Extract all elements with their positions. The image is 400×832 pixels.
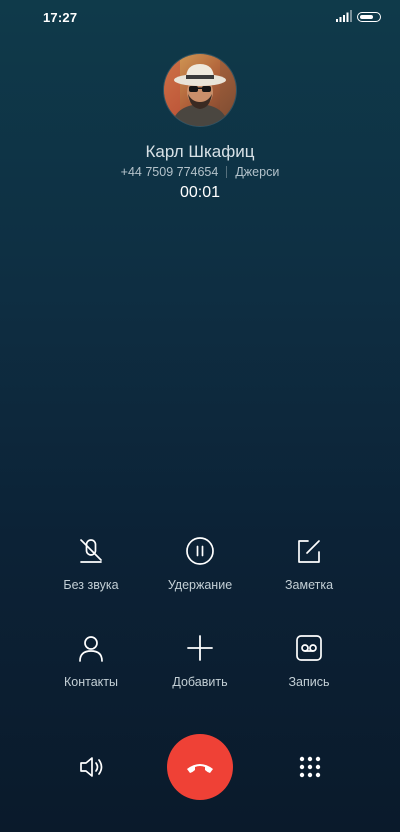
keypad-icon[interactable]: [296, 753, 324, 781]
speaker-icon[interactable]: [78, 753, 106, 781]
contact-name: Карл Шкафиц: [145, 142, 255, 161]
mute-label: Без звука: [63, 578, 119, 592]
mute-button[interactable]: Без звука: [36, 536, 146, 592]
note-edit-icon: [298, 540, 320, 563]
contacts-label: Контакты: [64, 675, 118, 689]
contacts-button[interactable]: Контакты: [36, 633, 146, 689]
add-call-button[interactable]: Добавить: [145, 633, 255, 689]
record-icon: [296, 635, 322, 661]
record-button[interactable]: Запись: [254, 633, 364, 689]
hold-label: Удержание: [167, 578, 233, 592]
hold-button[interactable]: Удержание: [145, 536, 255, 592]
status-bar: 17:27: [0, 0, 400, 36]
meta-divider: [226, 166, 228, 178]
contact-meta: +44 7509 774654 Джерси: [0, 165, 400, 179]
contact-number: +44 7509 774654: [120, 165, 219, 179]
contact-avatar: [164, 54, 236, 126]
contact-location: Джерси: [235, 165, 280, 179]
call-duration: 00:01: [179, 184, 221, 201]
add-label: Добавить: [172, 675, 228, 689]
signal-icon: [336, 10, 352, 22]
status-time: 17:27: [43, 10, 78, 25]
end-call-button[interactable]: [167, 734, 233, 800]
plus-icon: [187, 635, 213, 661]
pause-icon: [186, 537, 214, 565]
record-label: Запись: [288, 675, 330, 689]
note-button[interactable]: Заметка: [254, 536, 364, 592]
battery-icon: [357, 12, 381, 22]
person-icon: [79, 636, 103, 662]
end-call-icon: [187, 764, 213, 773]
mic-off-icon: [80, 539, 102, 563]
note-label: Заметка: [284, 578, 334, 592]
